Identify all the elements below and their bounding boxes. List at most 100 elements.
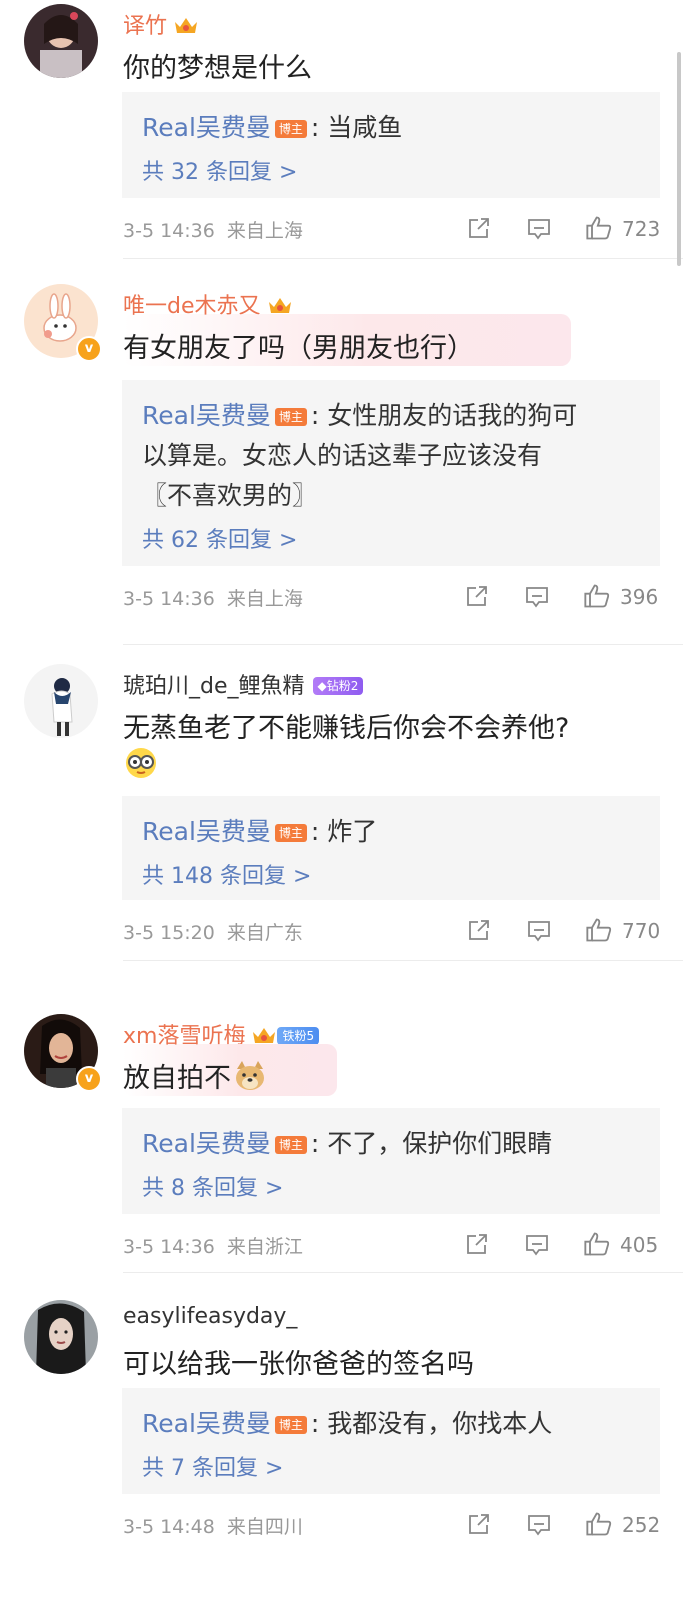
- comment-item: easylifeasyday_ 可以给我一张你爸爸的签名吗 Real吴费曼 博主:…: [0, 1300, 700, 1560]
- share-icon[interactable]: [467, 1512, 491, 1540]
- reply-text: : 女性朋友的话我的狗可: [310, 401, 578, 430]
- comment-item: v xm落雪听梅 铁粉5 放自拍不 Real吴费曼 博主: 不了，保护你们眼睛 共 …: [0, 1014, 700, 1276]
- share-icon[interactable]: [467, 918, 491, 946]
- comment-time: 3-5 14:36: [123, 1236, 215, 1258]
- username-text[interactable]: 译竹: [123, 14, 167, 39]
- reply-count-link[interactable]: 共 8 条回复 >: [142, 1170, 283, 1202]
- comment-text: 无蒸鱼老了不能赚钱后你会不会养他?: [123, 706, 569, 745]
- reply-count-link[interactable]: 共 7 条回复 >: [142, 1450, 283, 1482]
- reply-author[interactable]: Real吴费曼: [142, 401, 271, 430]
- like-icon[interactable]: [583, 582, 611, 614]
- like-icon[interactable]: [585, 214, 613, 246]
- divider: [123, 960, 683, 961]
- verified-badge-icon: v: [76, 336, 102, 362]
- reply-text: : 炸了: [310, 817, 378, 846]
- comment-text-content: 无蒸鱼老了不能赚钱后你会不会养他?: [123, 713, 570, 744]
- reply-preview[interactable]: Real吴费曼 博主: 我都没有，你找本人 共 7 条回复 >: [122, 1388, 660, 1494]
- diamond-icon: ◆: [317, 679, 327, 693]
- share-icon[interactable]: [467, 216, 491, 244]
- comment-location: 来自浙江: [226, 1236, 303, 1258]
- fan-badge: ◆钻粉2: [312, 677, 364, 695]
- reply-count-link[interactable]: 共 62 条回复 >: [142, 522, 297, 554]
- reply-text: : 当咸鱼: [310, 113, 403, 142]
- comment-item: v 唯一de木赤又 有女朋友了吗（男朋友也行） Real吴费曼 博主: 女性朋友的…: [0, 284, 700, 645]
- blogger-badge: 博主: [274, 1416, 307, 1434]
- nerd-face-emoji-icon: [124, 746, 158, 784]
- reply-preview[interactable]: Real吴费曼 博主: 炸了 共 148 条回复 >: [122, 796, 660, 900]
- comment-text: 你的梦想是什么: [123, 53, 312, 84]
- reply-line: 〖不喜欢男的〗: [142, 481, 318, 510]
- reply-text: : 我都没有，你找本人: [310, 1409, 553, 1438]
- comment-location: 来自上海: [226, 220, 303, 242]
- blogger-badge: 博主: [274, 824, 307, 842]
- share-icon[interactable]: [465, 584, 489, 612]
- reply-preview[interactable]: Real吴费曼 博主: 女性朋友的话我的狗可 以算是。女恋人的话这辈子应该没有 〖…: [122, 380, 660, 566]
- comment-time: 3-5 14:48: [123, 1516, 215, 1538]
- like-count: 770: [622, 919, 661, 943]
- blogger-badge: 博主: [274, 120, 307, 138]
- fan-badge-text: 钻粉2: [326, 679, 359, 693]
- reply-text: : 不了，保护你们眼睛: [310, 1129, 553, 1158]
- fan-badge: 铁粉5: [277, 1027, 320, 1045]
- username-text[interactable]: 琥珀川_de_鲤魚精: [123, 674, 305, 699]
- avatar[interactable]: [24, 1300, 98, 1374]
- comment-meta: 3-5 14:36 来自上海: [123, 216, 303, 243]
- blogger-badge: 博主: [274, 408, 307, 426]
- like-count: 396: [620, 585, 659, 609]
- comment-text-content: 放自拍不: [123, 1063, 231, 1094]
- comment-icon[interactable]: [525, 1233, 549, 1261]
- comment-location: 来自广东: [226, 922, 303, 944]
- reply-author[interactable]: Real吴费曼: [142, 113, 271, 142]
- reply-line: Real吴费曼 博主: 我都没有，你找本人: [142, 1404, 552, 1440]
- comment-meta: 3-5 14:36 来自上海: [123, 584, 303, 611]
- divider: [123, 1272, 683, 1273]
- comment-icon[interactable]: [527, 919, 551, 947]
- reply-line: Real吴费曼 博主: 炸了: [142, 812, 377, 848]
- comment-icon[interactable]: [527, 1513, 551, 1541]
- scrollbar[interactable]: [677, 52, 681, 266]
- comment-text: 放自拍不: [123, 1056, 267, 1100]
- reply-author[interactable]: Real吴费曼: [142, 1409, 271, 1438]
- avatar[interactable]: [24, 664, 98, 738]
- reply-author[interactable]: Real吴费曼: [142, 1129, 271, 1158]
- divider: [123, 258, 683, 259]
- reply-line: Real吴费曼 博主: 女性朋友的话我的狗可: [142, 396, 577, 432]
- like-icon[interactable]: [585, 916, 613, 948]
- comment-meta: 3-5 14:48 来自四川: [123, 1512, 303, 1539]
- comment-time: 3-5 14:36: [123, 220, 215, 242]
- reply-preview[interactable]: Real吴费曼 博主: 不了，保护你们眼睛 共 8 条回复 >: [122, 1108, 660, 1214]
- verified-badge-icon: v: [76, 1066, 102, 1092]
- like-count: 252: [622, 1513, 661, 1537]
- comment-meta: 3-5 15:20 来自广东: [123, 918, 303, 945]
- like-icon[interactable]: [585, 1510, 613, 1542]
- crown-icon: [173, 14, 199, 42]
- reply-line: 以算是。女恋人的话这辈子应该没有: [142, 441, 543, 470]
- reply-preview[interactable]: Real吴费曼 博主: 当咸鱼 共 32 条回复 >: [122, 92, 660, 198]
- comment-item: 琥珀川_de_鲤魚精 ◆钻粉2 无蒸鱼老了不能赚钱后你会不会养他? Real吴费曼…: [0, 664, 700, 964]
- comment-username[interactable]: 琥珀川_de_鲤魚精 ◆钻粉2: [123, 668, 364, 700]
- reply-line: Real吴费曼 博主: 当咸鱼: [142, 108, 402, 144]
- like-count: 723: [622, 217, 661, 241]
- comment-icon[interactable]: [525, 585, 549, 613]
- reply-count-link[interactable]: 共 32 条回复 >: [142, 154, 297, 186]
- like-count: 405: [620, 1233, 659, 1257]
- comment-time: 3-5 14:36: [123, 588, 215, 610]
- comment-time: 3-5 15:20: [123, 922, 215, 944]
- doge-emoji-icon: [233, 1059, 267, 1100]
- reply-count-link[interactable]: 共 148 条回复 >: [142, 858, 311, 890]
- comment-location: 来自上海: [226, 588, 303, 610]
- comment-username[interactable]: 译竹: [123, 8, 199, 42]
- share-icon[interactable]: [465, 1232, 489, 1260]
- divider: [123, 644, 683, 645]
- like-icon[interactable]: [583, 1230, 611, 1262]
- comment-text: 有女朋友了吗（男朋友也行）: [123, 333, 474, 364]
- comment-item: 译竹 你的梦想是什么 Real吴费曼 博主: 当咸鱼 共 32 条回复 > 3-5…: [0, 4, 700, 266]
- reply-author[interactable]: Real吴费曼: [142, 817, 271, 846]
- avatar[interactable]: [24, 4, 98, 78]
- comment-meta: 3-5 14:36 来自浙江: [123, 1232, 303, 1259]
- blogger-badge: 博主: [274, 1136, 307, 1154]
- comment-username[interactable]: easylifeasyday_: [123, 1304, 297, 1329]
- comment-text: 可以给我一张你爸爸的签名吗: [123, 1349, 474, 1380]
- comment-icon[interactable]: [527, 217, 551, 245]
- reply-line: Real吴费曼 博主: 不了，保护你们眼睛: [142, 1124, 552, 1160]
